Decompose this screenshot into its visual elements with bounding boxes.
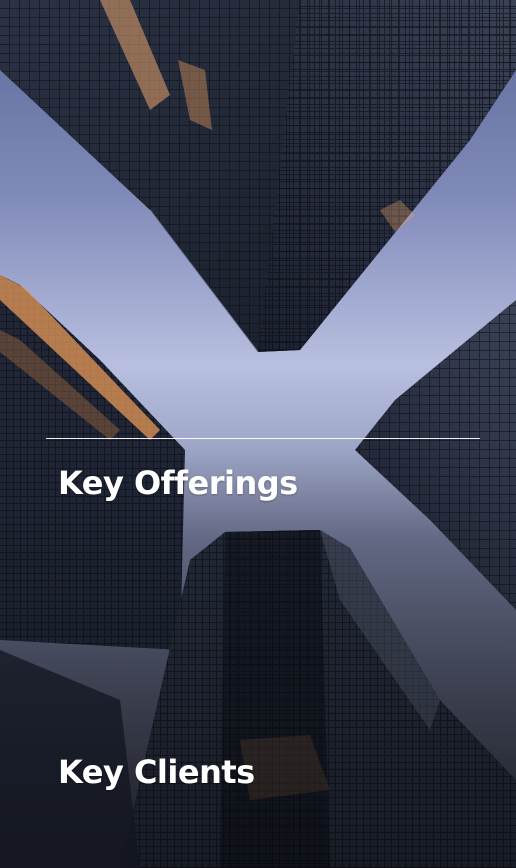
key-clients-heading[interactable]: Key Clients — [58, 756, 255, 788]
key-offerings-heading[interactable]: Key Offerings — [58, 467, 298, 499]
section-divider — [46, 438, 480, 439]
skyscraper-background-image — [0, 0, 516, 868]
screen: Key Offerings Key Clients — [0, 0, 516, 868]
